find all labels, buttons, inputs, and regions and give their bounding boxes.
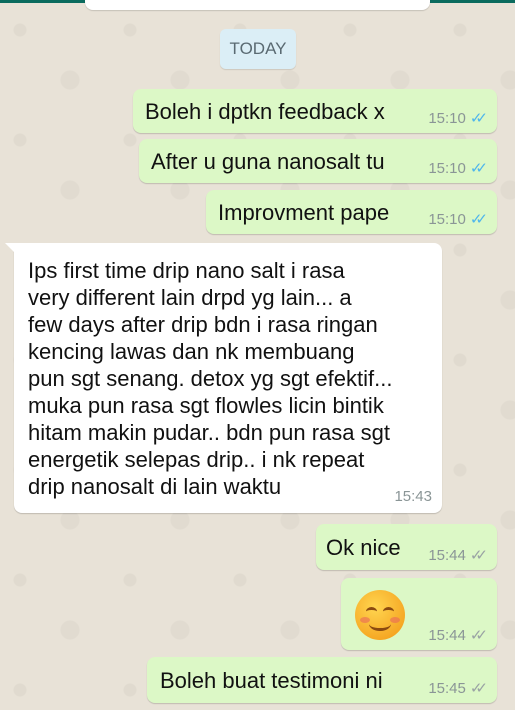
message-line: muka pun rasa sgt flowles licin bintik xyxy=(28,393,384,418)
message-meta: 15:44 ✓✓ xyxy=(428,626,488,645)
message-time: 15:10 xyxy=(428,210,466,228)
message-text: Boleh buat testimoni ni xyxy=(160,668,383,693)
emoji-eye xyxy=(383,607,394,616)
message-meta: 15:45 ✓✓ xyxy=(428,679,488,698)
message-time: 15:10 xyxy=(428,109,466,127)
message-bubble-outgoing[interactable]: Ok nice 15:44 ✓✓ xyxy=(316,524,497,570)
message-meta: 15:10 ✓✓ xyxy=(428,210,488,229)
emoji-blush xyxy=(390,617,400,623)
message-line: very different lain drpd yg lain... a xyxy=(28,285,352,310)
delivered-icon: ✓✓ xyxy=(469,627,488,644)
message-line: few days after drip bdn i rasa ringan xyxy=(28,312,378,337)
read-icon: ✓✓ xyxy=(469,211,488,228)
message-time: 15:43 xyxy=(394,488,432,505)
message-text: Boleh i dptkn feedback x xyxy=(145,99,385,124)
message-text: After u guna nanosalt tu xyxy=(151,149,385,174)
message-line: hitam makin pudar.. bdn pun rasa sgt xyxy=(28,420,390,445)
smiling-face-icon xyxy=(355,590,405,640)
message-bubble-outgoing[interactable]: Boleh i dptkn feedback x 15:10 ✓✓ xyxy=(133,89,497,133)
message-bubble-incoming[interactable]: Ips first time drip nano salt i rasa ver… xyxy=(5,243,442,513)
message-meta: 15:44 ✓✓ xyxy=(428,546,488,565)
bubble-tail xyxy=(5,243,17,255)
message-line: energetik selepas drip.. i nk repeat xyxy=(28,447,365,472)
message-bubble-outgoing[interactable]: Boleh buat testimoni ni 15:45 ✓✓ xyxy=(147,657,497,703)
message-time: 15:45 xyxy=(428,679,466,697)
delivered-icon: ✓✓ xyxy=(469,680,488,697)
message-time: 15:44 xyxy=(428,546,466,564)
message-meta: 15:10 ✓✓ xyxy=(428,159,488,178)
message-meta: 15:43 xyxy=(394,488,432,505)
message-time: 15:10 xyxy=(428,159,466,177)
message-line: kencing lawas dan nk membuang xyxy=(28,339,355,364)
previous-message-bubble xyxy=(85,0,430,10)
message-meta: 15:10 ✓✓ xyxy=(428,109,488,128)
message-time: 15:44 xyxy=(428,626,466,644)
delivered-icon: ✓✓ xyxy=(469,547,488,564)
message-line: drip nanosalt di lain waktu xyxy=(28,474,282,499)
message-text: Ok nice xyxy=(326,535,401,560)
read-icon: ✓✓ xyxy=(469,160,488,177)
message-bubble-outgoing[interactable]: After u guna nanosalt tu 15:10 ✓✓ xyxy=(139,139,497,183)
message-bubble-outgoing[interactable]: Improvment pape 15:10 ✓✓ xyxy=(206,190,497,234)
message-line: pun sgt senang. detox yg sgt efektif... xyxy=(28,366,393,391)
message-line: Ips first time drip nano salt i rasa xyxy=(28,258,345,283)
emoji-mouth xyxy=(369,617,391,631)
read-icon: ✓✓ xyxy=(469,110,488,127)
message-text: Improvment pape xyxy=(218,200,390,225)
date-divider: TODAY xyxy=(220,29,296,69)
message-text: Ips first time drip nano salt i rasa ver… xyxy=(28,257,438,500)
emoji-eye xyxy=(366,607,377,616)
